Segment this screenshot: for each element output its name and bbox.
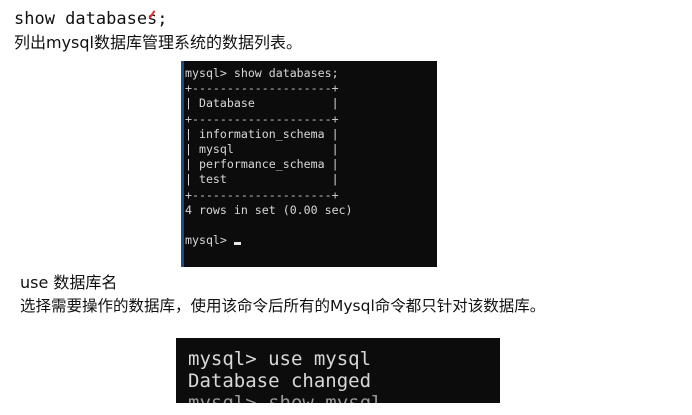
terminal-window-edge	[181, 61, 184, 267]
rows-in-set-summary: 4 rows in set (0.00 sec)	[185, 202, 353, 217]
terminal-window-show-databases: mysql> show databases; +----------------…	[181, 61, 437, 267]
table-border-bottom: +--------------------+	[185, 187, 339, 202]
table-border-top: +--------------------+	[185, 81, 339, 96]
terminal-prompt: mysql>	[185, 233, 234, 248]
table-row: | information_schema |	[185, 126, 339, 141]
table-header-divider: +--------------------+	[185, 111, 339, 126]
terminal-window-use-mysql: mysql> use mysql Database changed mysql>…	[176, 338, 500, 403]
terminal-input-line[interactable]: mysql>	[181, 233, 437, 248]
show-databases-command-heading: show databases;	[14, 9, 168, 29]
table-row: | test |	[185, 172, 339, 187]
table-header-row: | Database |	[185, 96, 339, 111]
cut-off-prompt-line: mysql> show mysql	[188, 392, 383, 403]
terminal-prompt-line: mysql> use mysql	[188, 348, 372, 370]
terminal-prompt-line: mysql> show databases;	[185, 66, 339, 80]
database-changed-message: Database changed	[188, 370, 372, 392]
table-row: | mysql |	[185, 142, 339, 157]
use-database-command-heading: use 数据库名	[20, 273, 118, 292]
use-database-description: 选择需要操作的数据库，使用该命令后所有的Mysql命令都只针对该数据库。	[20, 297, 546, 315]
table-row: | performance_schema |	[185, 157, 339, 172]
show-databases-description: 列出mysql数据库管理系统的数据列表。	[14, 33, 302, 52]
cursor-icon	[233, 242, 241, 246]
